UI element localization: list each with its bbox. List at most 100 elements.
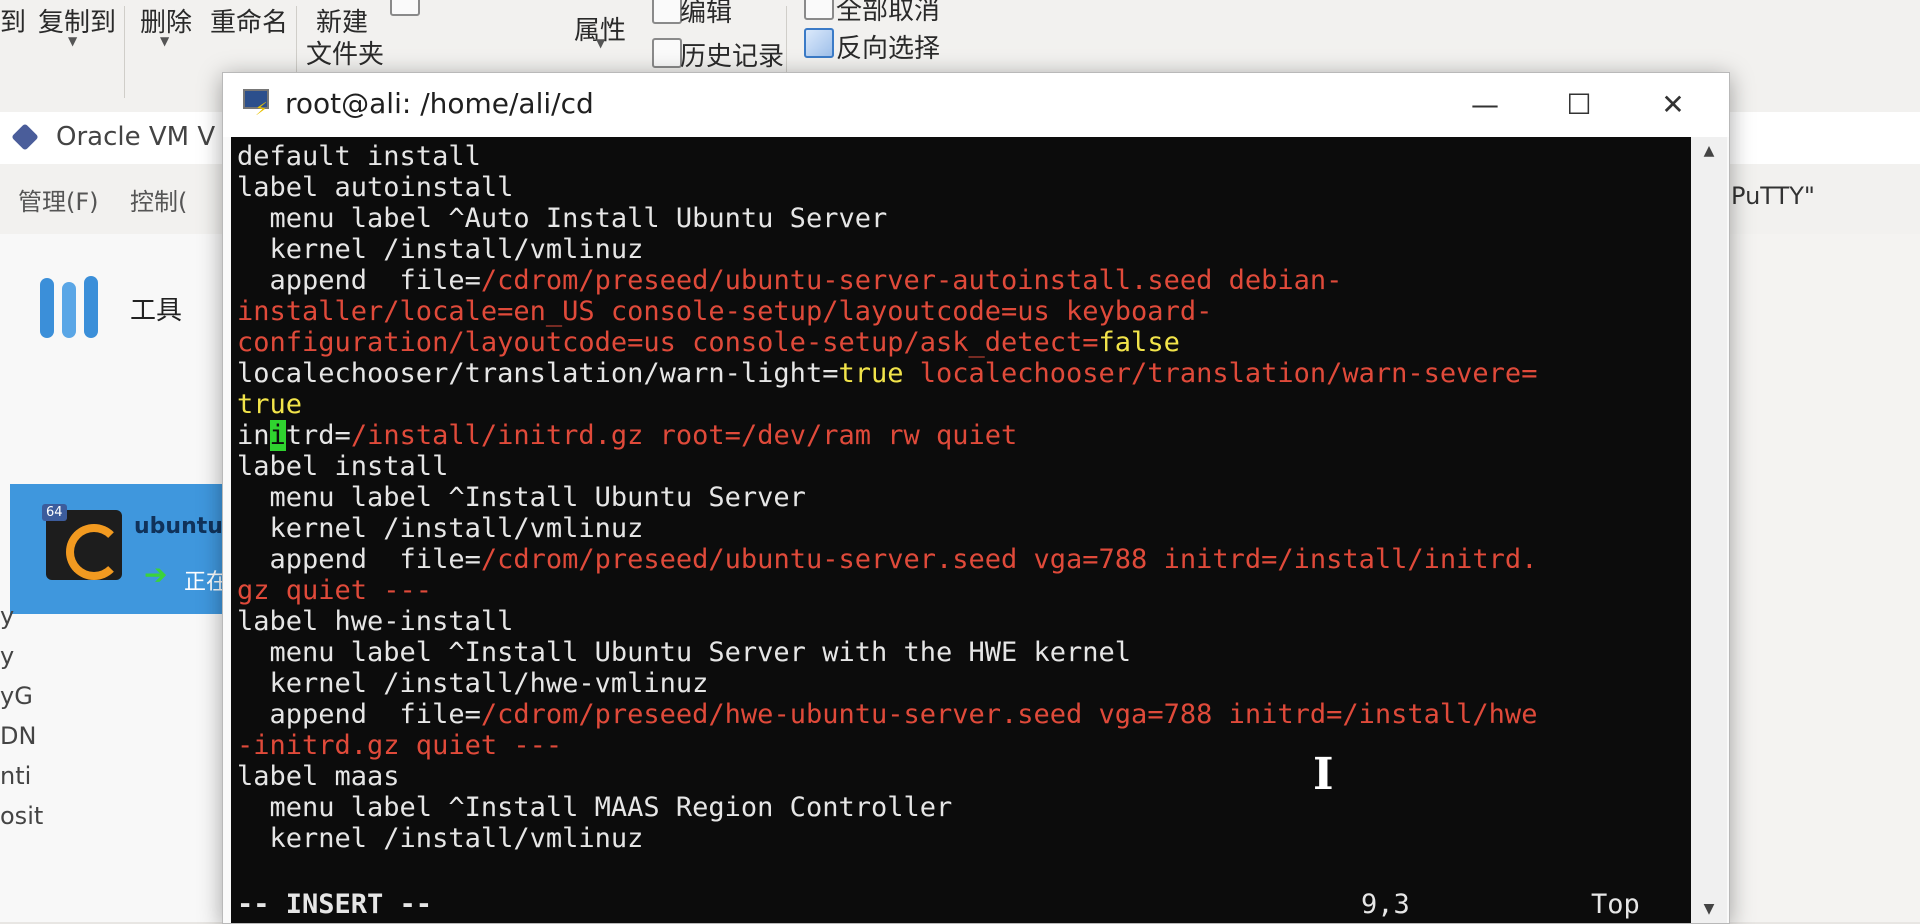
chevron-down-icon[interactable]: ▼ [68,34,77,48]
terminal-line: kernel /install/hwe-vmlinuz [237,668,1537,699]
scroll-position: Top [1591,889,1640,920]
terminal-content: default install label autoinstall menu la… [237,141,1537,854]
terminal-line: kernel /install/vmlinuz [237,823,1537,854]
terminal-line: label hwe-install [237,606,1537,637]
scroll-down-icon[interactable]: ▼ [1691,895,1727,923]
terminal-text: kernel /install/vmlinuz [237,823,644,854]
terminal-line: append file=/cdrom/preseed/ubuntu-server… [237,544,1538,575]
terminal-text: installer/locale= [237,296,514,327]
terminal-line: true [237,389,1537,420]
text-fragment: y [0,602,15,630]
rename-button[interactable]: 重命名 [210,2,288,39]
terminal-text: in [237,420,270,451]
text-fragment: DN [0,722,37,750]
chevron-down-icon[interactable]: ▼ [160,34,169,48]
terminal-text: menu label ^Install Ubuntu Server [237,482,806,513]
text-fragment: osit [0,802,44,830]
putty-tab-fragment: "PuTTY" [1720,182,1815,210]
divider [124,6,125,98]
ubuntu-vm-icon: 64 [42,504,122,580]
terminal-text: menu label ^Install Ubuntu Server with t… [237,637,1132,668]
chevron-down-icon[interactable]: ▼ [596,36,605,50]
vim-status-line: -- INSERT -- 9,3 Top [231,889,1691,923]
terminal-text: /cdrom/preseed/ubuntu-server-autoinstall… [480,265,1343,296]
terminal-line: menu label ^Install Ubuntu Server with t… [237,637,1537,668]
terminal-line: kernel /install/vmlinuz [237,513,1537,544]
history-icon[interactable] [652,38,682,68]
sidebar-item-tools[interactable]: 工具 [0,254,230,354]
terminal-text: label hwe-install [237,606,514,637]
terminal-line: label autoinstall [237,172,1537,203]
arch-badge: 64 [42,504,67,521]
terminal-text: gz quiet --- [237,575,433,606]
terminal-text: /cdrom/preseed/ubuntu-server.seed vga=78… [480,544,1538,575]
terminal-text: localechooser/translation/warn-light= [237,358,839,389]
terminal-line: initrd=/install/initrd.gz root=/dev/ram … [237,420,1537,451]
sidebar-item-vm[interactable]: 64 ubuntu1 ➔ 正在 [10,484,238,614]
terminal-line: localechooser/translation/warn-light=tru… [237,358,1537,389]
terminal-line: menu label ^Install MAAS Region Controll… [237,792,1537,823]
text-fragment: y [0,642,15,670]
ribbon-fragment: 到 [0,8,27,38]
scroll-up-icon[interactable]: ▲ [1691,137,1727,165]
putty-window[interactable]: ⚡ root@ali: /home/ali/cd — ☐ ✕ default i… [222,72,1730,924]
sidebar-item-label: 工具 [130,296,183,326]
new-item-icon[interactable] [390,0,420,16]
select-none-button[interactable]: 全部取消 [836,0,940,27]
terminal-line: gz quiet --- [237,575,1537,606]
terminal-text: append file= [237,699,481,730]
terminal-text: label maas [237,761,400,792]
virtualbox-logo-icon [11,123,39,151]
terminal-text: true [237,389,303,420]
close-button[interactable]: ✕ [1633,79,1713,131]
minimize-button[interactable]: — [1445,79,1525,131]
terminal-text: menu label ^Install MAAS Region Controll… [237,792,953,823]
menu-machine[interactable]: 管理(F) [18,182,99,217]
window-title: Oracle VM V [56,122,216,152]
terminal-text: false [1098,327,1180,358]
terminal-line: menu label ^Install Ubuntu Server [237,482,1537,513]
putty-icon[interactable]: ⚡ [241,87,273,120]
terminal-line: -initrd.gz quiet --- [237,730,1537,761]
terminal-text: label autoinstall [237,172,514,203]
text-cursor-ibeam-icon: I [1313,749,1334,800]
terminal-line: label install [237,451,1537,482]
putty-titlebar[interactable]: ⚡ root@ali: /home/ali/cd — ☐ ✕ [223,73,1729,137]
tools-icon [40,268,110,338]
terminal-text: kernel /install/hwe-vmlinuz [237,668,709,699]
terminal-text: menu label ^Auto Install Ubuntu Server [237,203,888,234]
terminal-line: configuration/layoutcode=us console-setu… [237,327,1537,358]
terminal-text: append file= [237,544,481,575]
vm-sidebar: 工具 64 ubuntu1 ➔ 正在 y y yG DN nti osit [0,234,238,922]
menu-control[interactable]: 控制( [130,182,187,217]
cursor-position: 9,3 [1361,889,1410,920]
terminal-text: kernel /install/vmlinuz [237,234,644,265]
invert-selection-icon[interactable] [804,28,834,58]
terminal-text: trd= [285,420,351,451]
maximize-button[interactable]: ☐ [1539,79,1619,131]
text-fragment: nti [0,762,32,790]
terminal-line: append file=/cdrom/preseed/hwe-ubuntu-se… [237,699,1538,730]
history-button[interactable]: 历史记录 [680,36,784,73]
terminal-text: /cdrom/preseed/hwe-ubuntu-server.seed vg… [480,699,1538,730]
select-none-icon[interactable] [804,0,834,20]
terminal-line: default install [237,141,1537,172]
window-title: root@ali: /home/ali/cd [285,87,594,120]
terminal-text: configuration/layoutcode=us console-setu… [237,327,1099,358]
terminal-screen[interactable]: default install label autoinstall menu la… [231,137,1691,923]
terminal-line: label maas [237,761,1537,792]
terminal-text: -initrd.gz quiet --- [237,730,563,761]
edit-icon[interactable] [652,0,682,24]
terminal-text: kernel /install/vmlinuz [237,513,644,544]
terminal-text: localechooser/translation/warn-severe= [903,358,1538,389]
text-fragment: yG [0,682,33,710]
running-arrow-icon: ➔ [144,558,168,591]
terminal-text: append file= [237,265,481,296]
edit-button[interactable]: 编辑 [680,0,732,29]
vertical-scrollbar[interactable]: ▲ ▼ [1691,137,1727,923]
invert-selection-button[interactable]: 反向选择 [836,28,940,65]
terminal-cursor: i [269,420,286,451]
terminal-line: kernel /install/vmlinuz [237,234,1537,265]
terminal-text: default install [237,141,481,172]
terminal-text: true [838,358,904,389]
